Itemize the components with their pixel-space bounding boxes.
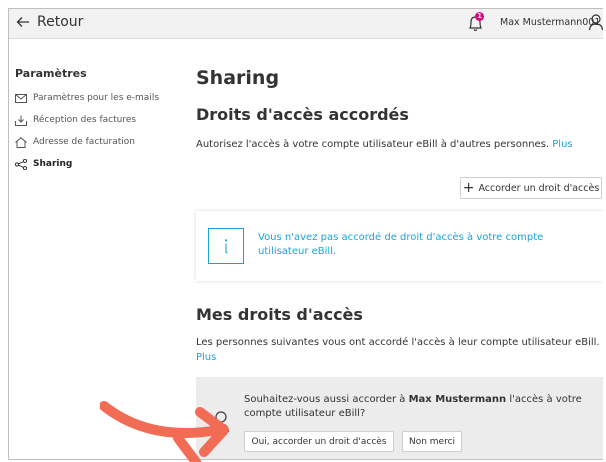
granted-rights-heading: Droits d'accès accordés — [196, 105, 409, 124]
question-person-name: Max Mustermann — [408, 394, 507, 405]
notification-badge: 1 — [475, 12, 484, 21]
sidebar-item-billing-address[interactable]: Adresse de facturation — [15, 131, 185, 153]
question-prefix: Souhaitez-vous aussi accorder à — [244, 394, 409, 405]
share-icon — [15, 158, 27, 170]
my-rights-more-link[interactable]: Plus — [196, 352, 216, 363]
info-glyph-icon — [224, 239, 228, 254]
grant-access-label: Accorder un droit d'accès — [478, 182, 600, 194]
sidebar-title: Paramètres — [15, 67, 87, 80]
sidebar-item-label: Sharing — [33, 159, 73, 169]
home-icon — [15, 136, 27, 148]
my-rights-description: Les personnes suivantes vous ont accordé… — [196, 335, 601, 365]
back-button[interactable]: Retour — [16, 14, 83, 30]
arrow-left-icon — [16, 17, 29, 27]
settings-sidebar: Paramètres Paramètres pour les e-mails R… — [15, 67, 185, 175]
accept-access-button[interactable]: Oui, accorder un droit d'accès — [244, 431, 394, 452]
back-label: Retour — [37, 14, 84, 30]
user-icon[interactable] — [588, 13, 603, 31]
my-rights-description-text: Les personnes suivantes vous ont accordé… — [196, 337, 600, 348]
user-name[interactable]: Max Mustermann001 — [500, 17, 600, 28]
info-message: Vous n'avez pas accordé de droit d'accès… — [258, 232, 544, 257]
annotation-arrow-icon — [100, 401, 229, 462]
my-rights-heading: Mes droits d'accès — [196, 305, 363, 324]
access-request-card: Souhaitez-vous aussi accorder à Max Must… — [196, 377, 603, 459]
top-bar: Retour 1 Max Mustermann001 — [9, 9, 603, 39]
app-window: Retour 1 Max Mustermann001 Paramètres Pa… — [8, 8, 603, 460]
granted-description-text: Autorisez l'accès à votre compte utilisa… — [196, 139, 550, 150]
plus-icon: + — [462, 180, 475, 196]
page-title: Sharing — [196, 67, 280, 89]
notifications-button[interactable]: 1 — [465, 12, 487, 33]
sidebar-item-invoice-reception[interactable]: Réception des factures — [15, 109, 185, 131]
access-question: Souhaitez-vous aussi accorder à Max Must… — [244, 393, 594, 421]
envelope-icon — [15, 93, 27, 103]
info-box: Vous n'avez pas accordé de droit d'accès… — [196, 211, 603, 281]
info-icon — [208, 228, 244, 264]
grant-access-button[interactable]: + Accorder un droit d'accès — [460, 177, 602, 199]
sidebar-item-sharing[interactable]: Sharing — [15, 153, 185, 175]
granted-more-link[interactable]: Plus — [552, 139, 572, 150]
decline-button[interactable]: Non merci — [402, 431, 462, 452]
download-icon — [15, 115, 27, 126]
sidebar-item-label: Adresse de facturation — [33, 137, 135, 147]
sidebar-item-email-settings[interactable]: Paramètres pour les e-mails — [15, 87, 185, 109]
sidebar-item-label: Paramètres pour les e-mails — [33, 93, 160, 103]
granted-rights-description: Autorisez l'accès à votre compte utilisa… — [196, 137, 601, 152]
sidebar-item-label: Réception des factures — [33, 115, 137, 125]
